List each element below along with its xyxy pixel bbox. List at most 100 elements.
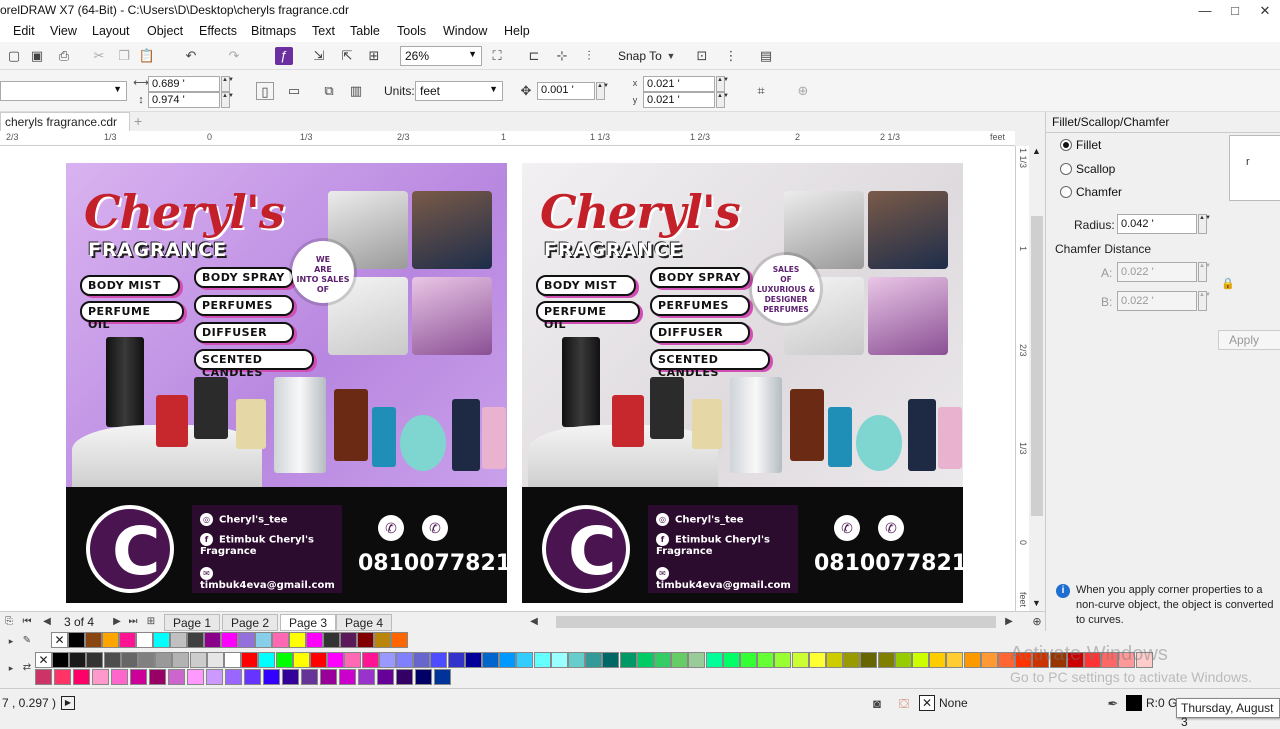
- color-swatch[interactable]: [740, 652, 757, 668]
- color-swatch[interactable]: [244, 669, 261, 685]
- tab-page-1[interactable]: Page 1: [164, 614, 221, 631]
- a-spinner[interactable]: ▲▼: [1198, 262, 1211, 282]
- fill-none-swatch[interactable]: ✕: [919, 695, 935, 711]
- save-icon[interactable]: ▣: [28, 47, 46, 65]
- zoom-icon[interactable]: ⊕: [1028, 613, 1046, 631]
- menu-effects[interactable]: Effects: [199, 24, 237, 38]
- minimize-button[interactable]: —: [1190, 0, 1220, 22]
- color-swatch[interactable]: [391, 632, 408, 648]
- color-swatch[interactable]: [225, 669, 242, 685]
- flyer-purple[interactable]: Cheryl's FRAGRANCE BODY MIST PERFUME OIL…: [66, 163, 507, 603]
- landscape-icon[interactable]: ▭: [285, 82, 303, 100]
- color-swatch[interactable]: [301, 669, 318, 685]
- color-swatch[interactable]: [92, 669, 109, 685]
- color-swatch[interactable]: [980, 652, 998, 668]
- color-swatch[interactable]: [224, 652, 241, 668]
- outline-color-swatch[interactable]: [1126, 695, 1142, 711]
- new-icon[interactable]: ▢: [5, 47, 23, 65]
- color-swatch[interactable]: [396, 652, 413, 668]
- color-swatch[interactable]: [415, 669, 432, 685]
- color-swatch[interactable]: [636, 652, 654, 668]
- tab-page-3[interactable]: Page 3: [280, 614, 337, 631]
- show-grid-icon[interactable]: ⊹: [553, 47, 571, 65]
- color-swatch[interactable]: [413, 652, 431, 668]
- color-swatch[interactable]: [86, 652, 104, 668]
- scroll-left-icon[interactable]: ◀: [525, 613, 543, 631]
- color-swatch[interactable]: [808, 652, 826, 668]
- no-color-swatch[interactable]: ✕: [35, 652, 52, 668]
- color-swatch[interactable]: [35, 669, 52, 685]
- color-swatch[interactable]: [54, 669, 71, 685]
- color-swatch[interactable]: [516, 652, 534, 668]
- color-swatch[interactable]: [894, 652, 912, 668]
- application-launcher-icon[interactable]: ⋮: [722, 47, 740, 65]
- add-tab-icon[interactable]: +: [134, 113, 142, 129]
- snap-to-dropdown[interactable]: Snap To: [618, 49, 662, 63]
- menu-object[interactable]: Object: [147, 24, 183, 38]
- color-swatch[interactable]: [877, 652, 895, 668]
- menu-text[interactable]: Text: [312, 24, 335, 38]
- menu-table[interactable]: Table: [350, 24, 380, 38]
- color-swatch[interactable]: [671, 652, 689, 668]
- color-swatch[interactable]: [357, 632, 374, 648]
- color-swatch[interactable]: [149, 669, 166, 685]
- height-spinner[interactable]: ▲▼: [221, 92, 234, 108]
- color-swatch[interactable]: [482, 652, 499, 668]
- color-swatch[interactable]: [602, 652, 620, 668]
- color-swatch[interactable]: [654, 652, 671, 668]
- color-swatch[interactable]: [826, 652, 843, 668]
- color-swatch[interactable]: [73, 669, 90, 685]
- color-swatch[interactable]: [292, 652, 310, 668]
- radius-field[interactable]: 0.042 ': [1117, 214, 1197, 234]
- horizontal-scroll-thumb[interactable]: [556, 616, 996, 628]
- color-swatch[interactable]: [282, 669, 299, 685]
- publish-pdf-icon[interactable]: ⊞: [365, 47, 383, 65]
- color-swatch[interactable]: [344, 652, 362, 668]
- color-swatch[interactable]: [168, 669, 185, 685]
- all-pages-icon[interactable]: ⧉: [320, 82, 338, 100]
- color-swatch[interactable]: [568, 652, 585, 668]
- color-swatch[interactable]: [912, 652, 929, 668]
- chevron-down-icon[interactable]: ▼: [662, 47, 680, 65]
- options-icon[interactable]: ⊡: [693, 47, 711, 65]
- color-swatch[interactable]: [533, 652, 551, 668]
- color-swatch[interactable]: [688, 652, 706, 668]
- color-swatch[interactable]: [263, 669, 280, 685]
- corel-connect-icon[interactable]: ƒ: [275, 47, 293, 65]
- color-swatch[interactable]: [255, 632, 272, 648]
- color-swatch[interactable]: [963, 652, 981, 668]
- play-icon[interactable]: ▶: [61, 696, 75, 710]
- apply-button[interactable]: Apply: [1218, 330, 1280, 350]
- color-swatch[interactable]: [705, 652, 723, 668]
- paste-icon[interactable]: 📋: [138, 47, 156, 65]
- no-color-swatch[interactable]: ✕: [51, 632, 68, 648]
- color-swatch[interactable]: [289, 632, 306, 648]
- current-page-icon[interactable]: ▥: [347, 82, 365, 100]
- color-swatch[interactable]: [619, 652, 637, 668]
- color-swatch[interactable]: [187, 669, 204, 685]
- menu-bitmaps[interactable]: Bitmaps: [251, 24, 296, 38]
- color-swatch[interactable]: [339, 669, 356, 685]
- duplicate-y-field[interactable]: 0.021 ': [643, 92, 715, 108]
- object-preset-dropdown[interactable]: ▼: [0, 81, 127, 101]
- fillet-radio[interactable]: [1060, 139, 1072, 151]
- menu-help[interactable]: Help: [504, 24, 530, 38]
- menu-tools[interactable]: Tools: [397, 24, 426, 38]
- color-swatch[interactable]: [327, 652, 345, 668]
- scallop-radio[interactable]: [1060, 163, 1072, 175]
- color-swatch[interactable]: [843, 652, 861, 668]
- color-swatch[interactable]: [550, 652, 568, 668]
- color-swatch[interactable]: [722, 652, 740, 668]
- color-swatch[interactable]: [430, 652, 448, 668]
- color-swatch[interactable]: [85, 632, 102, 648]
- scroll-thumb[interactable]: [1031, 216, 1043, 516]
- horizontal-ruler[interactable]: 2/3 1/3 0 1/3 2/3 1 1 1/3 1 2/3 2 2 1/3 …: [0, 131, 1015, 146]
- b-field[interactable]: 0.022 ': [1117, 291, 1197, 311]
- color-swatch[interactable]: [120, 652, 138, 668]
- color-swatch[interactable]: [378, 652, 396, 668]
- maximize-button[interactable]: □: [1220, 0, 1250, 22]
- undo-icon[interactable]: ↶: [182, 47, 200, 65]
- color-swatch[interactable]: [204, 632, 221, 648]
- color-swatch[interactable]: [340, 632, 357, 648]
- color-swatch[interactable]: [757, 652, 775, 668]
